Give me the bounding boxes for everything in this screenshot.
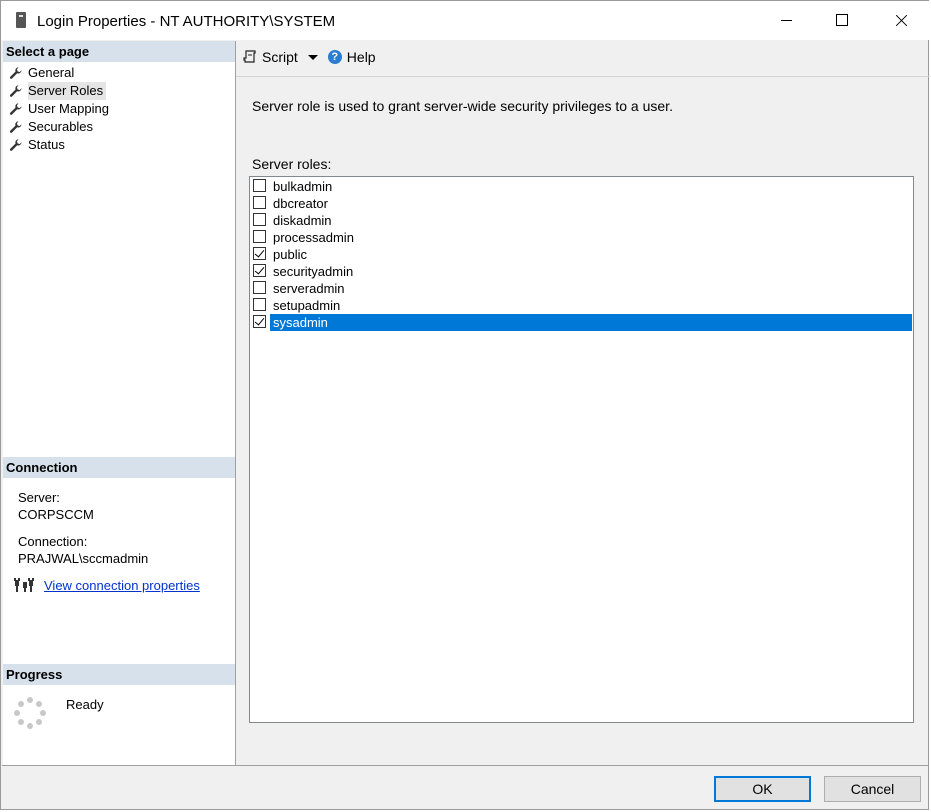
role-checkbox[interactable] [253, 315, 266, 328]
script-label: Script [262, 49, 298, 65]
page-item-securables[interactable]: Securables [9, 118, 109, 136]
role-checkbox[interactable] [253, 196, 266, 209]
role-row-serveradmin[interactable]: serveradmin [251, 280, 912, 297]
help-button[interactable]: ? Help [327, 49, 376, 65]
page-item-label: General [28, 65, 75, 80]
title-bar: Login Properties - NT AUTHORITY\SYSTEM [1, 1, 930, 40]
role-checkbox[interactable] [253, 230, 266, 243]
role-row-diskadmin[interactable]: diskadmin [251, 212, 912, 229]
page-item-general[interactable]: General [9, 64, 109, 82]
connection-info: Server: CORPSCCM Connection: PRAJWAL\scc… [18, 489, 148, 567]
role-row-securityadmin[interactable]: securityadmin [251, 263, 912, 280]
server-icon [16, 12, 26, 28]
script-icon [243, 50, 256, 63]
help-label: Help [346, 49, 376, 65]
role-label: serveradmin [273, 281, 345, 296]
progress-spinner-icon [14, 697, 46, 729]
window-title: Login Properties - NT AUTHORITY\SYSTEM [37, 13, 336, 30]
page-item-label: User Mapping [28, 101, 109, 116]
connection-value: PRAJWAL\sccmadmin [18, 551, 149, 566]
maximize-button[interactable] [813, 1, 871, 40]
help-icon: ? [327, 50, 342, 64]
connection-label: Connection: [18, 534, 88, 549]
server-value: CORPSCCM [18, 507, 94, 522]
page-description: Server role is used to grant server-wide… [252, 98, 673, 114]
close-button[interactable] [871, 1, 929, 40]
progress-status-row: Ready [14, 697, 214, 729]
server-label: Server: [18, 490, 60, 505]
wrench-icon [9, 85, 22, 97]
page-item-label: Status [28, 137, 65, 152]
toolbar-divider [236, 76, 930, 77]
role-row-processadmin[interactable]: processadmin [251, 229, 912, 246]
role-row-sysadmin[interactable]: sysadmin [251, 314, 912, 331]
view-connection-row: View connection properties [14, 577, 200, 593]
role-checkbox[interactable] [253, 298, 266, 311]
wrench-icon [9, 121, 22, 133]
role-label: processadmin [273, 230, 354, 245]
server-roles-label: Server roles: [252, 156, 332, 172]
page-item-label: Server Roles [28, 82, 107, 100]
left-panel: Select a page General Server Roles User Ma… [3, 41, 236, 765]
minimize-button[interactable] [757, 1, 815, 40]
wrench-icon [9, 139, 22, 151]
role-label: dbcreator [273, 196, 328, 211]
role-row-public[interactable]: public [251, 246, 912, 263]
role-checkbox[interactable] [253, 179, 266, 192]
plug-icon [14, 578, 34, 592]
role-label: sysadmin [270, 314, 912, 331]
page-item-user-mapping[interactable]: User Mapping [9, 100, 109, 118]
role-checkbox[interactable] [253, 247, 266, 260]
toolbar: Script ? Help [243, 47, 386, 67]
page-list: General Server Roles User Mapping Securable… [9, 64, 109, 154]
chevron-down-icon[interactable] [307, 54, 318, 60]
footer-divider [2, 765, 929, 766]
role-label: diskadmin [273, 213, 332, 228]
script-button[interactable]: Script [243, 49, 318, 65]
role-checkbox[interactable] [253, 264, 266, 277]
role-label: setupadmin [273, 298, 341, 313]
role-row-bulkadmin[interactable]: bulkadmin [251, 178, 912, 195]
login-properties-dialog: Login Properties - NT AUTHORITY\SYSTEM S… [0, 0, 930, 810]
role-checkbox[interactable] [253, 281, 266, 294]
wrench-icon [9, 103, 22, 115]
role-row-dbcreator[interactable]: dbcreator [251, 195, 912, 212]
role-label: securityadmin [273, 264, 354, 279]
role-label: public [273, 247, 307, 262]
role-row-setupadmin[interactable]: setupadmin [251, 297, 912, 314]
role-checkbox[interactable] [253, 213, 266, 226]
progress-status-text: Ready [66, 697, 104, 712]
progress-header: Progress [3, 664, 235, 685]
wrench-icon [9, 67, 22, 79]
page-item-status[interactable]: Status [9, 136, 109, 154]
view-connection-properties-link[interactable]: View connection properties [44, 578, 200, 593]
page-item-server-roles[interactable]: Server Roles [9, 82, 109, 100]
connection-header: Connection [3, 457, 235, 478]
role-label: bulkadmin [273, 179, 333, 194]
ok-button[interactable]: OK [714, 776, 811, 802]
select-page-header: Select a page [3, 41, 235, 62]
cancel-button[interactable]: Cancel [824, 776, 921, 802]
page-item-label: Securables [28, 119, 94, 134]
server-roles-list[interactable]: bulkadmin dbcreator diskadmin processadmin p… [249, 176, 914, 723]
